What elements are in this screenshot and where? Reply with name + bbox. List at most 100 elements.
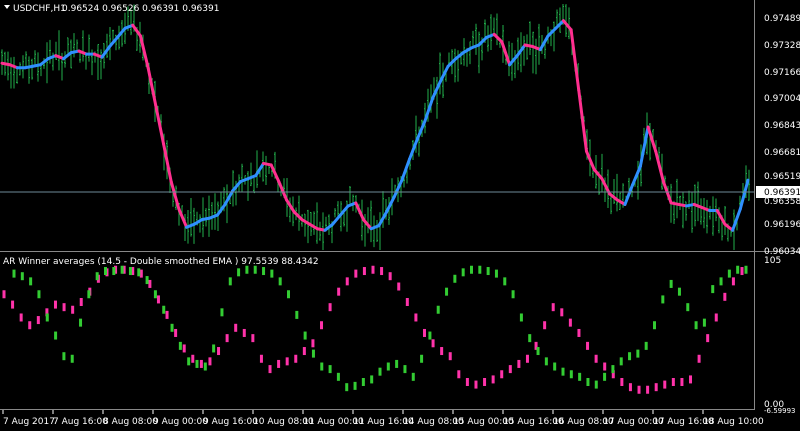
oscillator-dot-up <box>303 331 307 340</box>
oscillator-dot-down <box>517 359 521 368</box>
oscillator-dot-down <box>422 328 426 337</box>
oscillator-dot-down <box>345 277 349 286</box>
ohlc-values: 0.96524 0.96526 0.96391 0.96391 <box>62 4 219 14</box>
oscillator-dot-down <box>148 279 152 288</box>
oscillator-dot-up <box>79 318 83 327</box>
oscillator-dot-up <box>112 267 116 276</box>
oscillator-dot-up <box>228 277 232 286</box>
oscillator-dot-down <box>680 378 684 387</box>
oscillator-dot-up <box>494 269 498 278</box>
oscillator-dot-down <box>723 292 727 301</box>
oscillator-dot-down <box>474 380 478 389</box>
chart-background <box>0 0 800 431</box>
oscillator-dot-down <box>53 300 57 309</box>
oscillator-dot-up <box>544 357 548 366</box>
oscillator-dot-down <box>251 334 255 343</box>
oscillator-dot-up <box>203 362 207 371</box>
oscillator-dot-up <box>478 265 482 274</box>
oscillator-dot-up <box>711 285 715 294</box>
oscillator-dot-down <box>2 290 6 299</box>
oscillator-dot-up <box>187 357 191 366</box>
oscillator-dot-down <box>62 303 66 312</box>
price-axis-label: 0.96358 <box>764 197 800 207</box>
oscillator-dot-down <box>551 303 555 312</box>
indicator-header: AR Winner averages (14.5 - Double smooth… <box>3 257 319 267</box>
oscillator-dot-down <box>36 316 40 325</box>
oscillator-dot-up <box>45 313 49 322</box>
oscillator-dot-down <box>697 354 701 363</box>
oscillator-dot-up <box>87 290 91 299</box>
oscillator-dot-up <box>295 310 299 319</box>
oscillator-dot-up <box>694 321 698 330</box>
oscillator-dot-up <box>336 372 340 381</box>
oscillator-dot-down <box>706 334 710 343</box>
oscillator-dot-up <box>528 334 532 343</box>
oscillator-dot-up <box>353 381 357 390</box>
oscillator-dot-down <box>440 347 444 356</box>
oscillator-dot-down <box>414 313 418 322</box>
oscillator-dot-up <box>511 290 515 299</box>
oscillator-dot-down <box>225 334 229 343</box>
oscillator-dot-down <box>242 328 246 337</box>
oscillator-dot-up <box>212 344 216 353</box>
oscillator-dot-down <box>500 370 504 379</box>
oscillator-dot-up <box>145 276 149 285</box>
oscillator-dot-down <box>362 267 366 276</box>
oscillator-dot-up <box>153 290 157 299</box>
oscillator-dot-up <box>95 272 99 281</box>
oscillator-dot-up <box>553 362 557 371</box>
oscillator-dot-up <box>361 378 365 387</box>
oscillator-dot-down <box>268 365 272 374</box>
oscillator-dot-up <box>311 349 315 358</box>
oscillator-dot-down <box>543 321 547 330</box>
oscillator-dot-down <box>525 354 529 363</box>
oscillator-dot-up <box>320 362 324 371</box>
oscillator-dot-up <box>170 323 174 332</box>
oscillator-dot-down <box>620 378 624 387</box>
oscillator-dot-up <box>54 331 58 340</box>
oscillator-dot-up <box>669 279 673 288</box>
chart-window[interactable]: USDCHF,H1 0.96524 0.96526 0.96391 0.9639… <box>0 0 800 431</box>
oscillator-dot-up <box>686 303 690 312</box>
oscillator-dot-up <box>719 277 723 286</box>
oscillator-dot-down <box>182 344 186 353</box>
oscillator-dot-up <box>594 380 598 389</box>
oscillator-dot-down <box>337 287 341 296</box>
oscillator-dot-down <box>19 313 23 322</box>
oscillator-dot-up <box>411 372 415 381</box>
price-axis-label: 0.96681 <box>764 148 800 158</box>
oscillator-dot-down <box>217 347 221 356</box>
oscillator-dot-up <box>378 367 382 376</box>
oscillator-dot-up <box>569 370 573 379</box>
price-axis-label: 0.97004 <box>764 94 800 104</box>
time-axis-label: 8 Aug 08:00 <box>103 417 158 427</box>
oscillator-dot-down <box>405 298 409 307</box>
oscillator-dot-down <box>311 339 315 348</box>
price-axis-label: 0.96843 <box>764 121 800 131</box>
oscillator-dot-up <box>744 265 748 274</box>
price-axis-label: 0.96196 <box>764 220 800 230</box>
oscillator-dot-down <box>568 318 572 327</box>
oscillator-dot-down <box>628 383 632 392</box>
oscillator-dot-up <box>386 362 390 371</box>
oscillator-dot-up <box>104 267 107 276</box>
oscillator-dot-up <box>578 372 582 381</box>
oscillator-dot-down <box>234 323 238 332</box>
oscillator-dot-down <box>259 354 263 363</box>
main-header: USDCHF,H1 0.96524 0.96526 0.96391 0.9639… <box>4 4 219 14</box>
oscillator-dot-up <box>445 287 449 296</box>
oscillator-dot-down <box>594 354 598 363</box>
oscillator-dot-down <box>671 378 675 387</box>
oscillator-dot-down <box>388 272 392 281</box>
oscillator-dot-up <box>12 269 16 278</box>
indicator-axis-label: 105 <box>764 256 781 266</box>
oscillator-dot-up <box>611 365 615 374</box>
oscillator-dot-down <box>79 298 83 307</box>
symbol-label: USDCHF,H1 <box>13 4 66 14</box>
time-axis-label: 7 Aug 16:00 <box>53 417 108 427</box>
oscillator-dot-down <box>448 352 452 361</box>
oscillator-dot-up <box>195 359 199 368</box>
oscillator-dot-down <box>71 305 75 314</box>
oscillator-dot-down <box>199 359 203 368</box>
oscillator-dot-down <box>740 267 744 276</box>
